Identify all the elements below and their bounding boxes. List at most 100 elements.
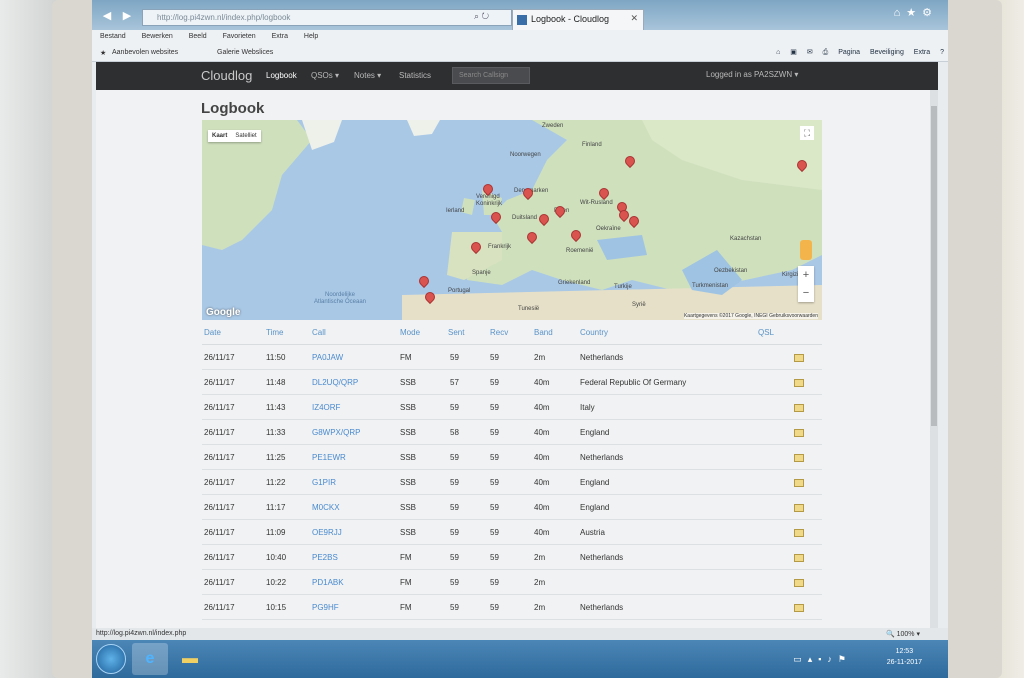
- cell-call[interactable]: PD1ABK: [312, 578, 344, 587]
- cell-country: Austria: [580, 528, 605, 537]
- cell-call[interactable]: G1PIR: [312, 478, 336, 487]
- map-label-turkey: Turkije: [614, 284, 632, 290]
- qsl-card-icon[interactable]: [794, 404, 804, 412]
- cell-mode: FM: [400, 553, 412, 562]
- cell-call[interactable]: M0CKX: [312, 503, 340, 512]
- search-icon[interactable]: ⌕ ↻: [474, 11, 489, 22]
- zoom-in-icon[interactable]: +: [798, 266, 814, 284]
- cell-time: 11:33: [266, 428, 286, 437]
- qsl-card-icon[interactable]: [794, 504, 804, 512]
- nav-qsos[interactable]: QSOs ▾: [311, 71, 339, 80]
- table-row[interactable]: 26/11/17 11:17 M0CKX SSB 59 59 40m England: [202, 495, 822, 520]
- cell-mode: FM: [400, 578, 412, 587]
- home-icon[interactable]: ⌂: [776, 49, 780, 56]
- callsign-search-input[interactable]: Search Callsign: [452, 67, 530, 84]
- cell-date: 26/11/17: [204, 553, 235, 562]
- qsl-card-icon[interactable]: [794, 429, 804, 437]
- fav-suggested-sites[interactable]: Aanbevolen websites: [112, 49, 178, 56]
- background-wall-left: [0, 0, 60, 678]
- cell-call[interactable]: G8WPX/QRP: [312, 428, 360, 437]
- cell-country: England: [580, 478, 610, 487]
- cmd-safety[interactable]: Beveiliging: [870, 49, 904, 56]
- menu-help[interactable]: Help: [304, 33, 318, 40]
- map-label-ireland: Ierland: [446, 208, 465, 214]
- menu-tools[interactable]: Extra: [272, 33, 288, 40]
- table-row[interactable]: 26/11/17 11:48 DL2UQ/QRP SSB 57 59 40m Federal …: [202, 370, 822, 395]
- tab-title: Logbook - Cloudlog: [531, 14, 610, 24]
- system-tray-icons[interactable]: ▭▴▪♪⚑: [793, 654, 852, 665]
- qsl-card-icon[interactable]: [794, 354, 804, 362]
- logged-in-menu[interactable]: Logged in as PA2SZWN ▾: [706, 70, 798, 79]
- print-icon[interactable]: ⎙: [823, 49, 829, 57]
- browser-home-star-gear-icons[interactable]: ⌂★⚙: [894, 6, 938, 19]
- table-row[interactable]: 26/11/17 10:15 PG9HF FM 59 59 2m Netherlands: [202, 595, 822, 620]
- cell-band: 2m: [534, 578, 546, 587]
- status-url: http://log.pi4zwn.nl/index.php: [96, 630, 187, 637]
- windows-taskbar: e ▬ ▭▴▪♪⚑ 12:53 26-11-2017: [92, 640, 948, 678]
- menu-file[interactable]: Bestand: [100, 33, 126, 40]
- cell-call[interactable]: PG9HF: [312, 603, 339, 612]
- qsl-card-icon[interactable]: [794, 529, 804, 537]
- map-attribution[interactable]: Kaartgegevens ©2017 Google, INEGI Gebrui…: [683, 313, 818, 319]
- cell-call[interactable]: DL2UQ/QRP: [312, 378, 358, 387]
- pegman-icon[interactable]: [800, 240, 812, 260]
- menu-view[interactable]: Beeld: [189, 33, 207, 40]
- internet-explorer-icon[interactable]: e: [132, 643, 168, 675]
- qsl-card-icon[interactable]: [794, 604, 804, 612]
- taskbar-clock[interactable]: 12:53 26-11-2017: [887, 646, 922, 668]
- cell-call[interactable]: PE2BS: [312, 553, 338, 562]
- forward-icon[interactable]: ▶: [118, 9, 136, 23]
- help-icon[interactable]: ?: [940, 49, 944, 56]
- back-icon[interactable]: ◀: [98, 9, 116, 23]
- cell-call[interactable]: PA0JAW: [312, 353, 343, 362]
- start-button[interactable]: [96, 644, 126, 674]
- table-row[interactable]: 26/11/17 11:09 OE9RJJ SSB 59 59 40m Austria: [202, 520, 822, 545]
- map-type-satellite[interactable]: Satelliet: [231, 130, 260, 142]
- qsl-card-icon[interactable]: [794, 579, 804, 587]
- explorer-folder-icon[interactable]: ▬: [172, 643, 208, 675]
- nav-statistics[interactable]: Statistics: [399, 71, 431, 80]
- scrollbar-thumb[interactable]: [931, 106, 937, 426]
- table-row[interactable]: 26/11/17 10:22 PD1ABK FM 59 59 2m: [202, 570, 822, 595]
- mail-icon[interactable]: ✉: [807, 48, 813, 56]
- cell-date: 26/11/17: [204, 353, 235, 362]
- table-row[interactable]: 26/11/17 11:22 G1PIR SSB 59 59 40m England: [202, 470, 822, 495]
- cell-call[interactable]: IZ4ORF: [312, 403, 340, 412]
- cell-recv: 59: [490, 403, 499, 412]
- map-type-map[interactable]: Kaart: [208, 130, 231, 142]
- table-row[interactable]: 26/11/17 11:25 PE1EWR SSB 59 59 40m Netherlands: [202, 445, 822, 470]
- nav-notes[interactable]: Notes ▾: [354, 71, 381, 80]
- zoom-control[interactable]: + −: [798, 266, 814, 302]
- address-bar[interactable]: http://log.pi4zwn.nl/index.php/logbook: [142, 9, 512, 26]
- cell-sent: 59: [450, 403, 459, 412]
- fav-web-slice-gallery[interactable]: Galerie Webslices: [217, 49, 273, 56]
- cmd-page[interactable]: Pagina: [838, 49, 860, 56]
- feeds-icon[interactable]: ▣: [790, 48, 797, 56]
- nav-logbook[interactable]: Logbook: [266, 71, 297, 80]
- col-mode: Mode: [400, 328, 421, 337]
- table-row[interactable]: 26/11/17 11:43 IZ4ORF SSB 59 59 40m Italy: [202, 395, 822, 420]
- cmd-tools[interactable]: Extra: [914, 49, 930, 56]
- cell-call[interactable]: OE9RJJ: [312, 528, 342, 537]
- zoom-out-icon[interactable]: −: [798, 284, 814, 302]
- table-row[interactable]: 26/11/17 11:33 G8WPX/QRP SSB 58 59 40m England: [202, 420, 822, 445]
- map-label-ukraine: Oekraïne: [596, 226, 621, 232]
- page-scrollbar[interactable]: [930, 90, 938, 628]
- menu-favorites[interactable]: Favorieten: [223, 33, 256, 40]
- brand-logo[interactable]: Cloudlog: [201, 68, 252, 83]
- qsl-card-icon[interactable]: [794, 454, 804, 462]
- close-tab-icon[interactable]: ✕: [630, 13, 638, 24]
- browser-tab[interactable]: Logbook - Cloudlog ✕: [512, 9, 644, 30]
- zoom-level[interactable]: 🔍 100% ▾: [886, 630, 920, 638]
- qsl-card-icon[interactable]: [794, 554, 804, 562]
- qsl-card-icon[interactable]: [794, 379, 804, 387]
- map-type-control[interactable]: Kaart Satelliet: [208, 130, 261, 142]
- qsl-card-icon[interactable]: [794, 479, 804, 487]
- fullscreen-icon[interactable]: ⛶: [800, 126, 814, 140]
- table-row[interactable]: 26/11/17 10:40 PE2BS FM 59 59 2m Netherlands: [202, 545, 822, 570]
- qso-map[interactable]: Kaart Satelliet ⛶ Zweden Finland Noorwege…: [202, 120, 822, 320]
- table-row[interactable]: 26/11/17 11:50 PA0JAW FM 59 59 2m Netherlands: [202, 345, 822, 370]
- web-page: Cloudlog Logbook QSOs ▾ Notes ▾ Statisti…: [96, 62, 938, 628]
- cell-call[interactable]: PE1EWR: [312, 453, 346, 462]
- menu-edit[interactable]: Bewerken: [142, 33, 173, 40]
